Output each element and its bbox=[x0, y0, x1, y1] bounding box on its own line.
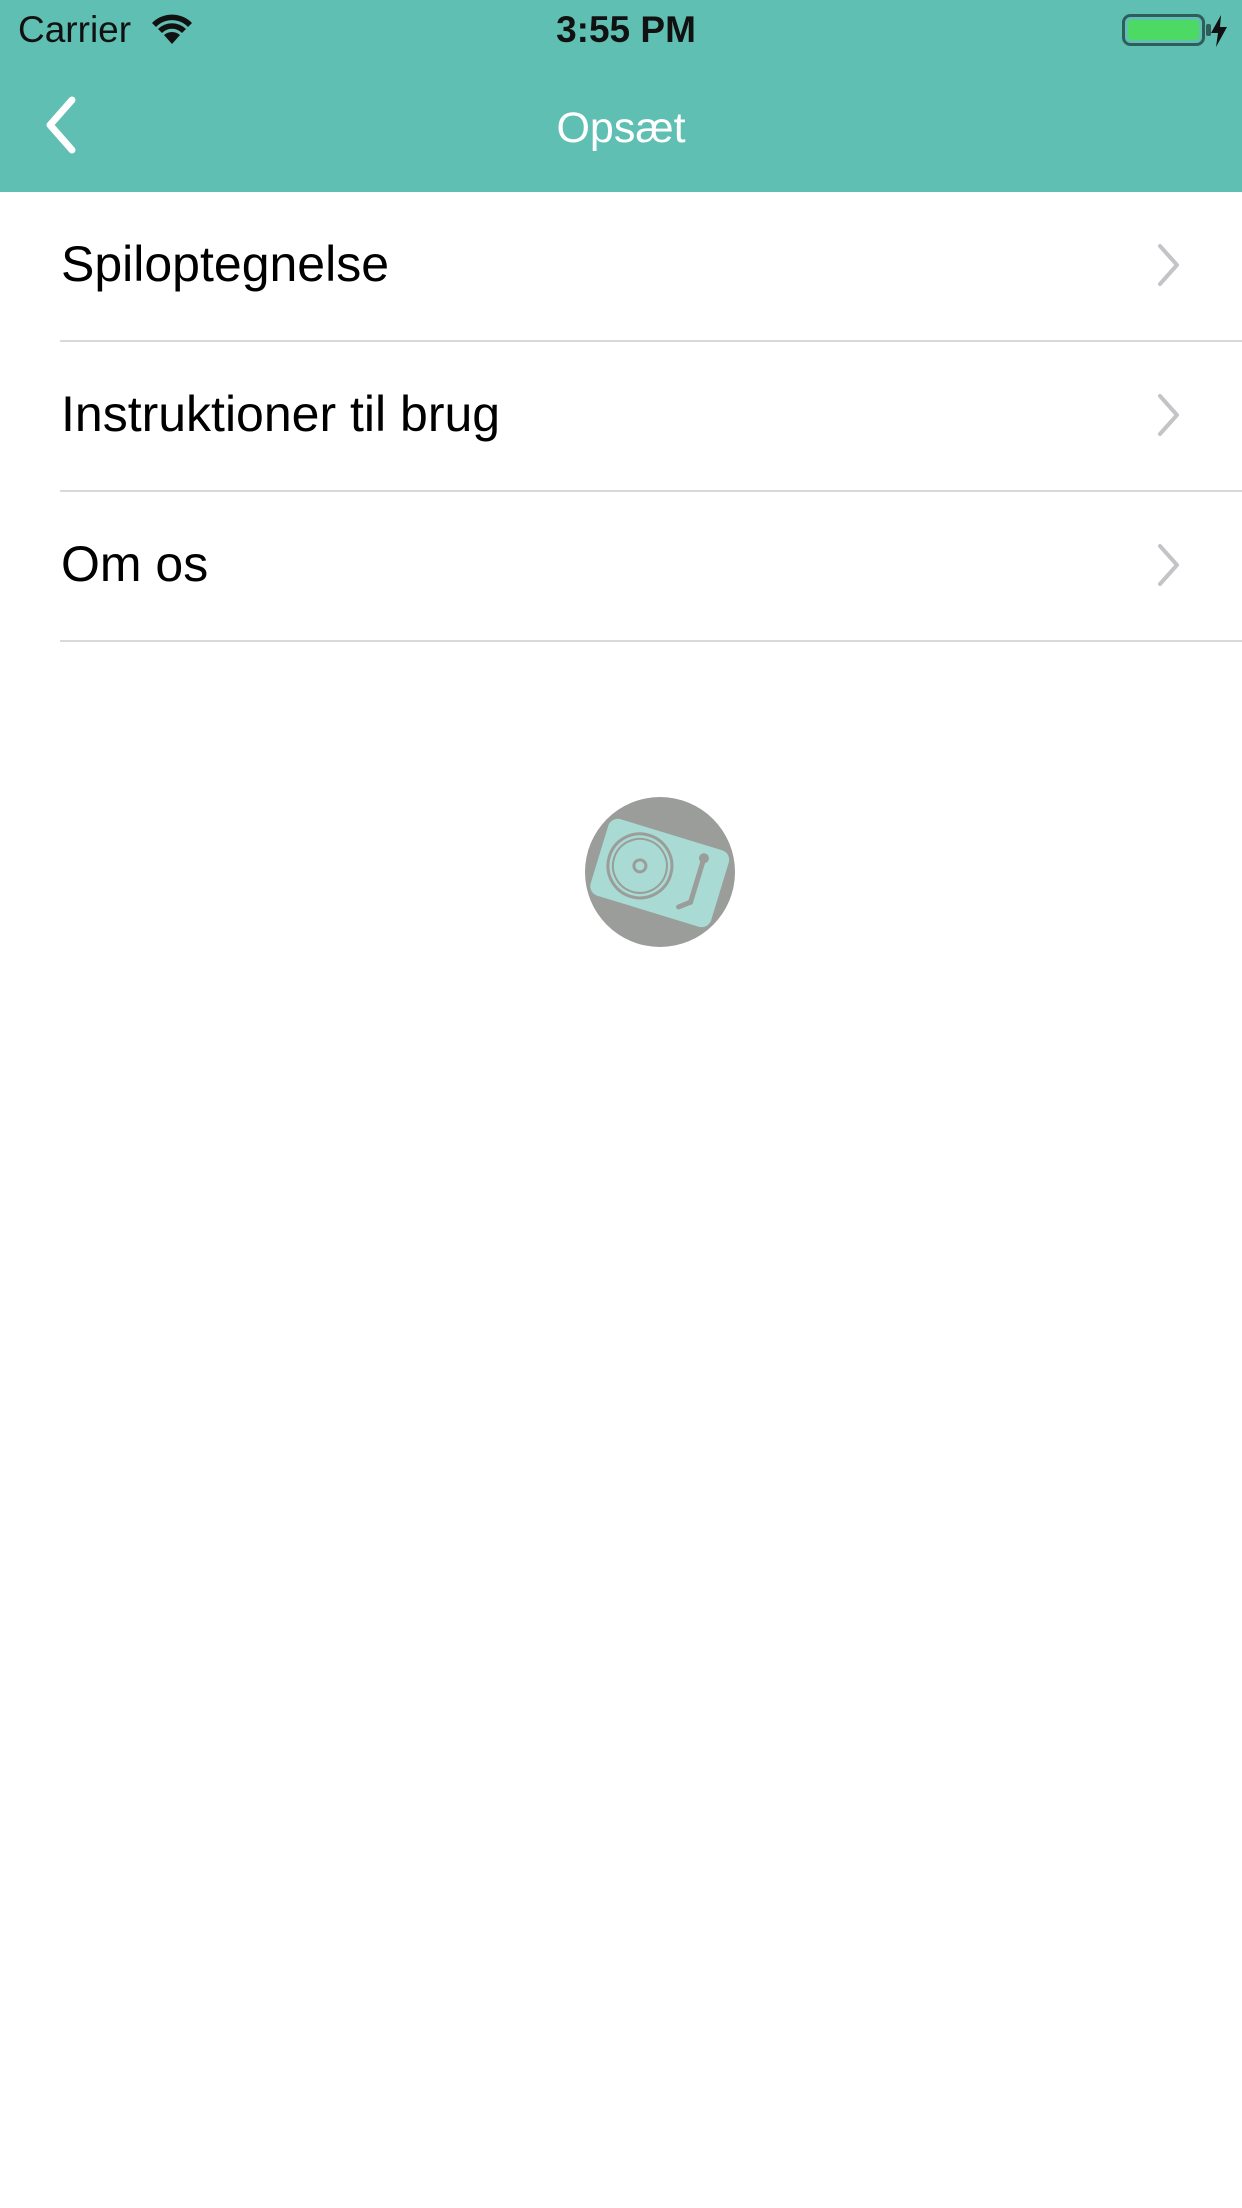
menu-item-label: Spiloptegnelse bbox=[61, 236, 390, 292]
menu-item-about-us[interactable]: Om os bbox=[0, 492, 1242, 642]
chevron-right-icon bbox=[1158, 394, 1179, 436]
chevron-right-icon bbox=[1158, 544, 1179, 586]
divider bbox=[60, 640, 1242, 642]
menu-item-label: Instruktioner til brug bbox=[61, 386, 501, 442]
settings-menu: Spiloptegnelse Instruktioner til brug Om… bbox=[0, 192, 1242, 642]
charging-bolt-icon bbox=[1211, 15, 1227, 47]
status-time: 3:55 PM bbox=[556, 9, 696, 50]
navigation-bar: Carrier 3:55 PM Opsæt bbox=[0, 0, 1242, 192]
settings-screen: Carrier 3:55 PM Opsæt Spiloptegnelse Ins… bbox=[0, 0, 1242, 2208]
battery-icon bbox=[1122, 14, 1211, 46]
page-title: Opsæt bbox=[556, 104, 686, 152]
turntable-logo-icon bbox=[585, 797, 735, 947]
menu-item-label: Om os bbox=[61, 536, 209, 592]
menu-item-game-records[interactable]: Spiloptegnelse bbox=[0, 192, 1242, 342]
status-bar: Carrier 3:55 PM bbox=[0, 0, 1242, 60]
menu-item-instructions[interactable]: Instruktioner til brug bbox=[0, 342, 1242, 492]
chevron-right-icon bbox=[1158, 244, 1179, 286]
